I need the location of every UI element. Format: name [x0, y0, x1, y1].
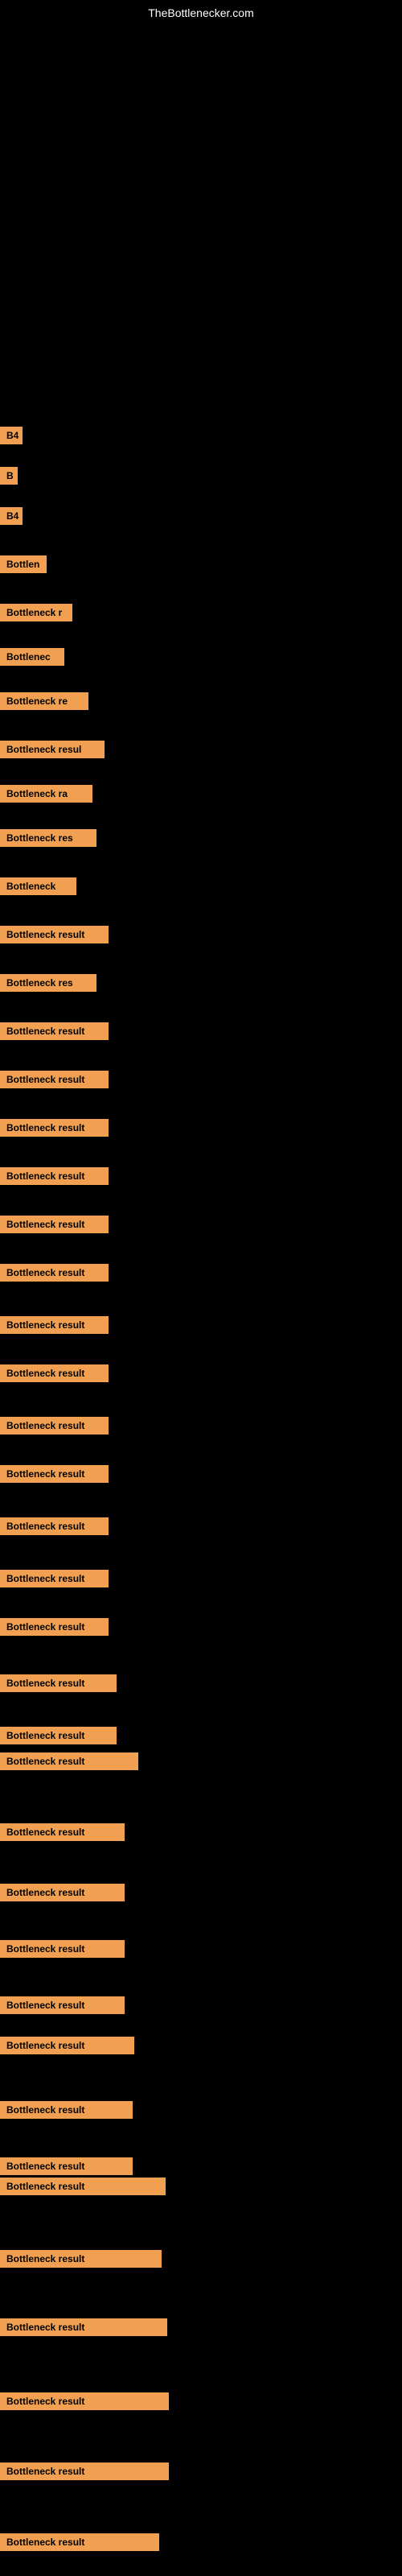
bottleneck-result-item: Bottleneck result: [0, 1417, 109, 1435]
bottleneck-result-item: Bottleneck res: [0, 829, 96, 847]
bottleneck-result-item: Bottlen: [0, 555, 47, 573]
bottleneck-result-item: Bottleneck result: [0, 2250, 162, 2268]
bottleneck-result-item: Bottleneck result: [0, 1364, 109, 1382]
bottleneck-result-item: Bottleneck result: [0, 2101, 133, 2119]
bottleneck-result-item: Bottleneck result: [0, 1940, 125, 1958]
bottleneck-result-item: Bottleneck result: [0, 1618, 109, 1636]
bottleneck-result-item: Bottleneck result: [0, 2157, 133, 2175]
bottleneck-result-item: Bottleneck result: [0, 2533, 159, 2551]
bottleneck-result-item: Bottleneck result: [0, 1022, 109, 1040]
bottleneck-result-item: Bottleneck result: [0, 1167, 109, 1185]
bottleneck-result-item: Bottleneck result: [0, 1316, 109, 1334]
bottleneck-result-item: Bottleneck result: [0, 1465, 109, 1483]
bottleneck-result-item: Bottleneck result: [0, 1823, 125, 1841]
bottleneck-result-item: B4: [0, 507, 23, 525]
bottleneck-result-item: Bottleneck result: [0, 1884, 125, 1901]
site-title: TheBottlenecker.com: [148, 6, 254, 19]
bottleneck-result-item: Bottleneck result: [0, 926, 109, 943]
bottleneck-result-item: Bottleneck result: [0, 2318, 167, 2336]
bottleneck-result-item: Bottleneck resul: [0, 741, 105, 758]
bottleneck-result-item: Bottleneck ra: [0, 785, 92, 803]
bottleneck-result-item: Bottleneck result: [0, 1996, 125, 2014]
bottleneck-result-item: Bottleneck result: [0, 1674, 117, 1692]
bottleneck-result-item: Bottleneck result: [0, 1264, 109, 1282]
bottleneck-result-item: B: [0, 467, 18, 485]
bottleneck-result-item: Bottleneck result: [0, 1752, 138, 1770]
bottleneck-result-item: Bottleneck result: [0, 2178, 166, 2195]
bottleneck-result-item: Bottleneck result: [0, 1727, 117, 1744]
bottleneck-result-item: B4: [0, 427, 23, 444]
bottleneck-result-item: Bottleneck result: [0, 2392, 169, 2410]
bottleneck-result-item: Bottleneck result: [0, 1216, 109, 1233]
bottleneck-result-item: Bottleneck r: [0, 604, 72, 621]
bottleneck-result-item: Bottleneck re: [0, 692, 88, 710]
bottleneck-result-item: Bottleneck result: [0, 2462, 169, 2480]
bottleneck-result-item: Bottleneck result: [0, 2037, 134, 2054]
bottleneck-result-item: Bottleneck result: [0, 1119, 109, 1137]
bottleneck-result-item: Bottleneck res: [0, 974, 96, 992]
bottleneck-result-item: Bottleneck result: [0, 1071, 109, 1088]
bottleneck-result-item: Bottleneck: [0, 877, 76, 895]
bottleneck-result-item: Bottleneck result: [0, 1517, 109, 1535]
bottleneck-result-item: Bottlenec: [0, 648, 64, 666]
bottleneck-result-item: Bottleneck result: [0, 1570, 109, 1587]
